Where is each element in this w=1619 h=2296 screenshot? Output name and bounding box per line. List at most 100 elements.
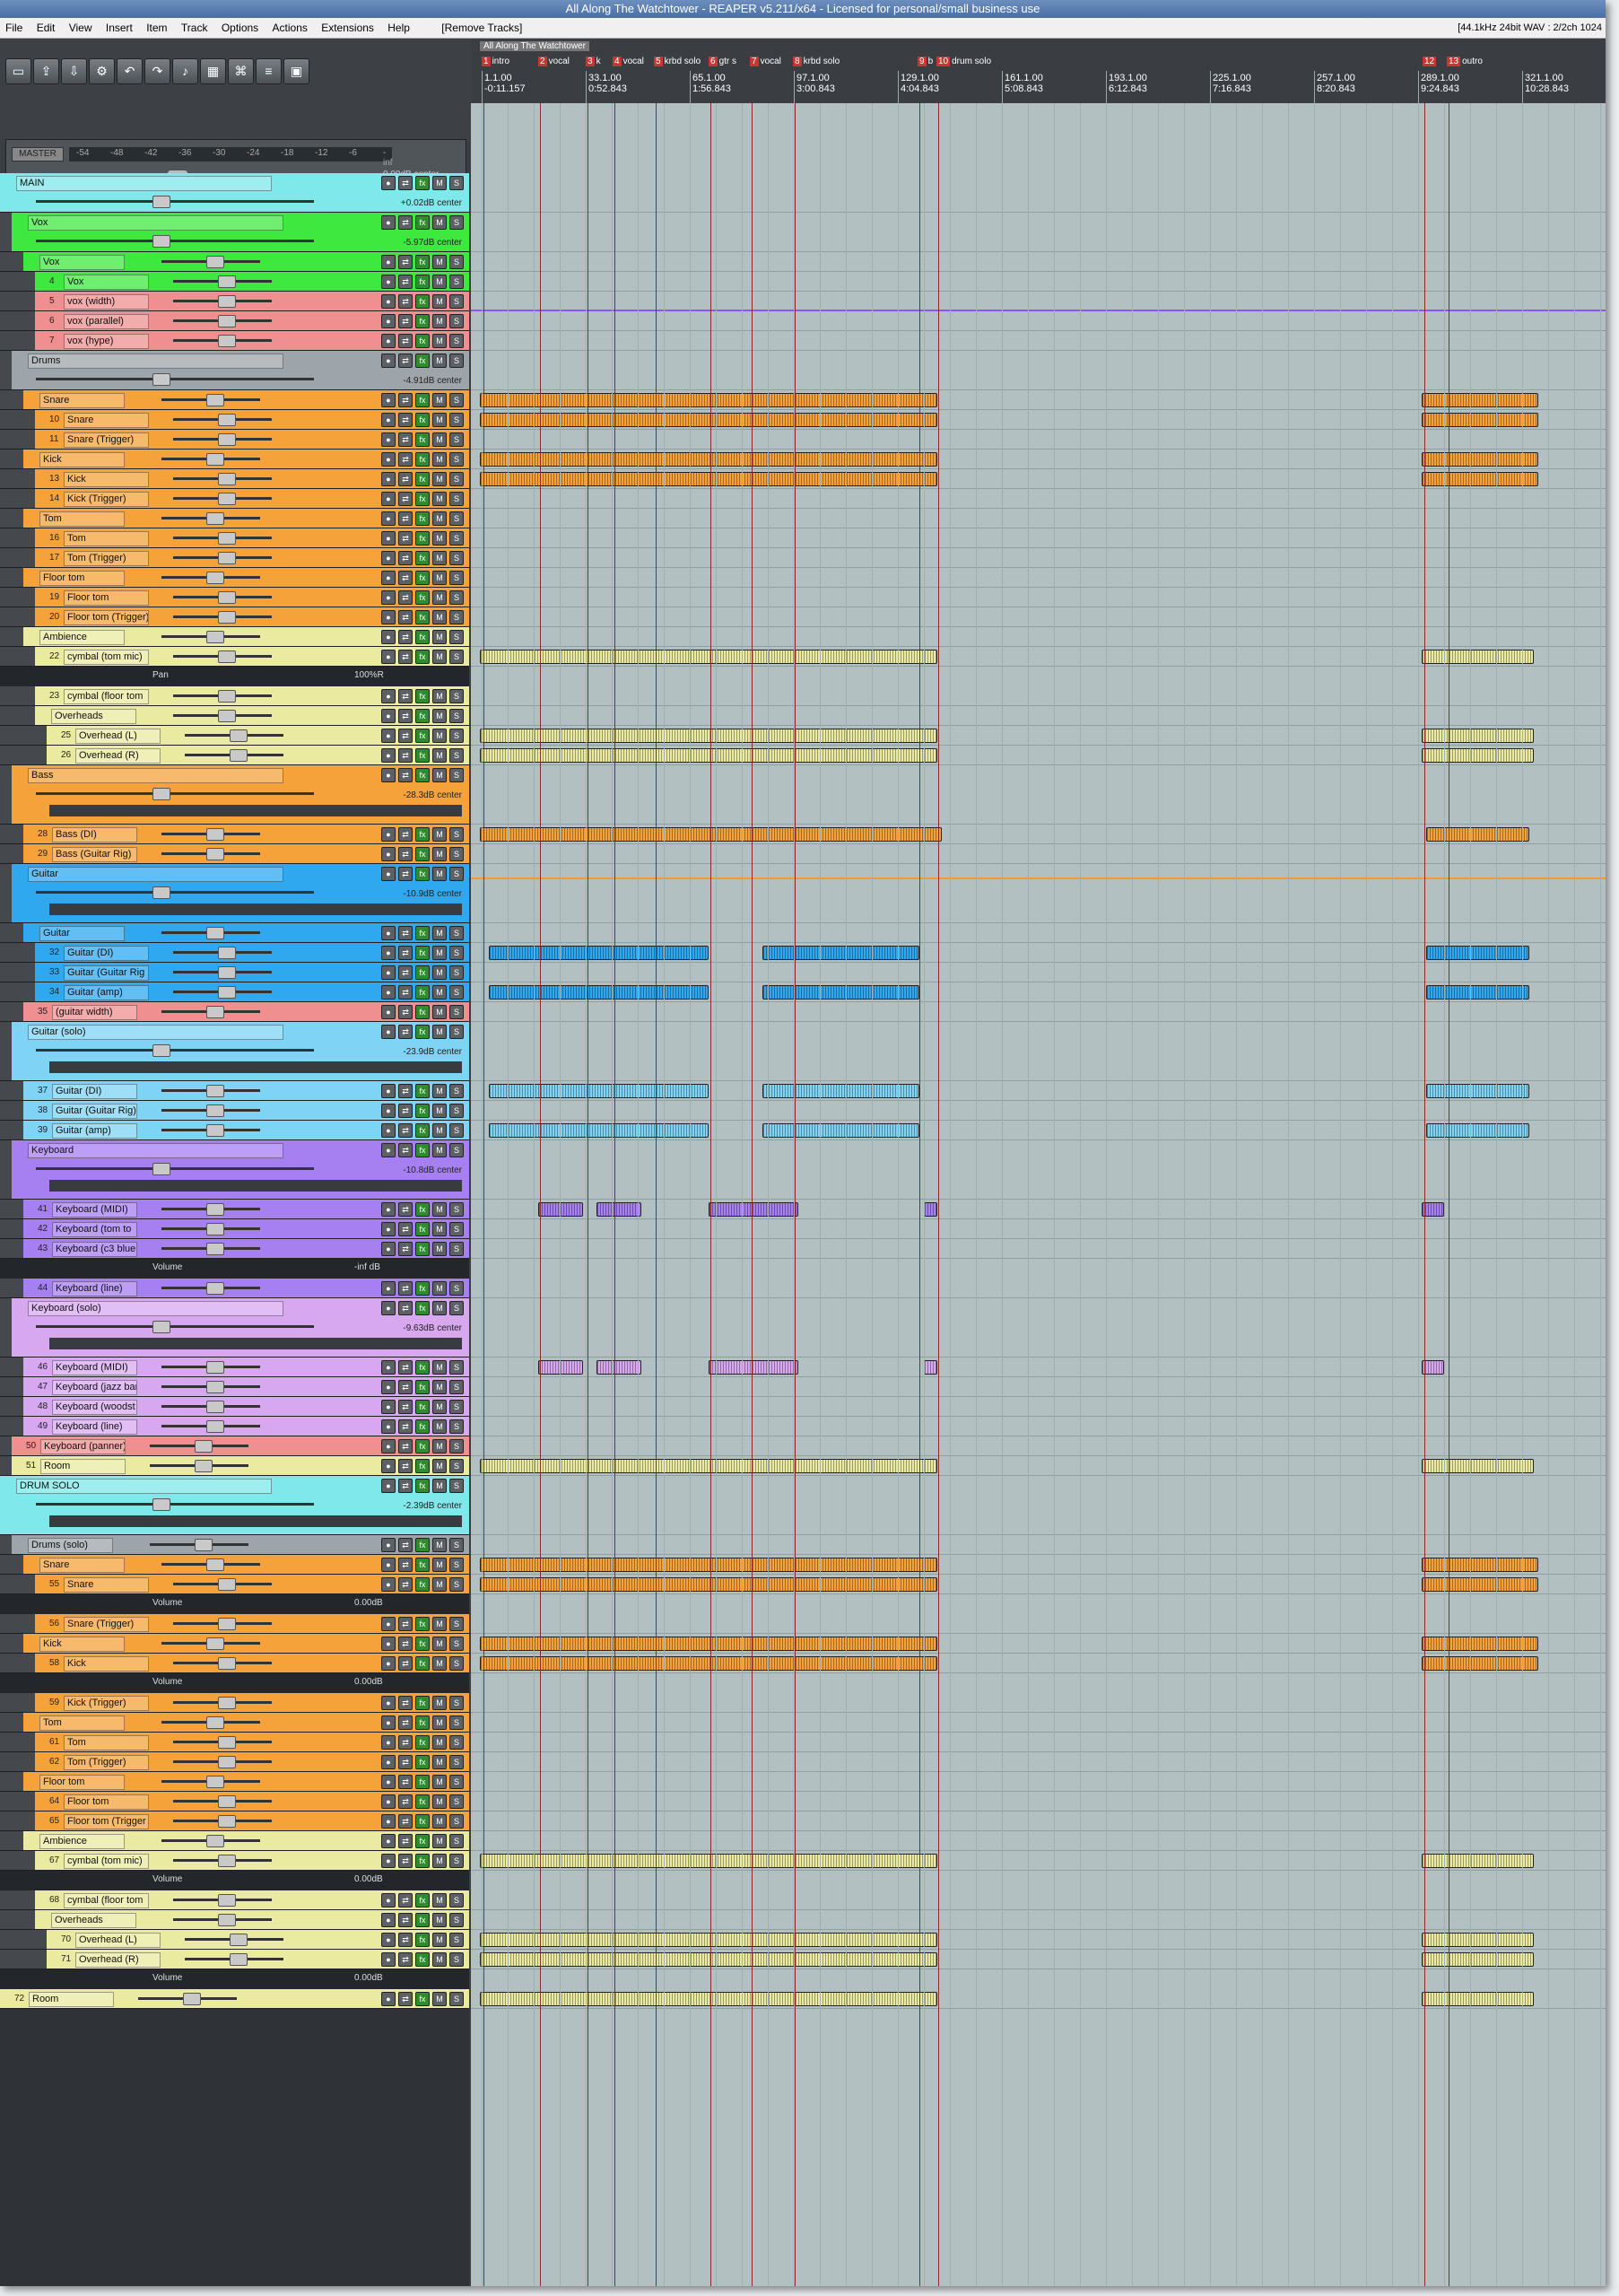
fx-icon[interactable]: fx <box>415 1577 430 1592</box>
volume-knob[interactable] <box>218 1657 236 1670</box>
track-folder[interactable]: DRUM SOLO -2.39dB center ● ⇄ fx M S <box>0 1476 469 1535</box>
track-32[interactable]: 32 Guitar (DI) ● ⇄ fx M S <box>0 943 469 963</box>
fx-icon[interactable]: fx <box>415 354 430 368</box>
io-icon[interactable]: ⇄ <box>398 1479 413 1493</box>
save-icon[interactable]: ⇩ <box>61 58 87 84</box>
solo-icon[interactable]: S <box>449 1202 464 1217</box>
volume-knob[interactable] <box>206 1085 224 1097</box>
fx-icon[interactable]: fx <box>415 571 430 585</box>
io-icon[interactable]: ⇄ <box>398 1025 413 1039</box>
volume-knob[interactable] <box>218 966 236 979</box>
solo-icon[interactable]: S <box>449 748 464 763</box>
track-name[interactable]: vox (width) <box>64 294 149 310</box>
solo-icon[interactable]: S <box>449 729 464 743</box>
record-arm-icon[interactable]: ● <box>381 1479 396 1493</box>
track-name[interactable]: cymbal (floor tom <box>64 1893 149 1908</box>
io-icon[interactable]: ⇄ <box>398 1814 413 1829</box>
track-name[interactable]: Kick (Trigger) <box>64 1696 149 1711</box>
track-lane[interactable] <box>471 1417 1606 1436</box>
track-lane[interactable] <box>471 1950 1606 1969</box>
fx-icon[interactable]: fx <box>415 1696 430 1710</box>
record-arm-icon[interactable]: ● <box>381 354 396 368</box>
mute-icon[interactable]: M <box>432 334 447 348</box>
fx-icon[interactable]: fx <box>415 1913 430 1927</box>
solo-icon[interactable]: S <box>449 1084 464 1098</box>
io-icon[interactable]: ⇄ <box>398 1893 413 1908</box>
mute-icon[interactable]: M <box>432 630 447 644</box>
volume-fader[interactable] <box>36 1167 314 1170</box>
record-arm-icon[interactable]: ● <box>381 610 396 624</box>
io-icon[interactable]: ⇄ <box>398 965 413 980</box>
marker-2[interactable]: 2 vocal <box>538 57 570 66</box>
media-item[interactable] <box>1426 827 1529 842</box>
mute-icon[interactable]: M <box>432 1459 447 1473</box>
track-lane[interactable] <box>471 1575 1606 1594</box>
volume-knob[interactable] <box>218 947 236 959</box>
io-icon[interactable]: ⇄ <box>398 176 413 190</box>
media-item[interactable] <box>596 1202 641 1217</box>
mute-icon[interactable]: M <box>432 275 447 289</box>
io-icon[interactable]: ⇄ <box>398 1143 413 1157</box>
fx-icon[interactable]: fx <box>415 1301 430 1315</box>
volume-knob[interactable] <box>206 1203 224 1216</box>
solo-icon[interactable]: S <box>449 1656 464 1671</box>
volume-knob[interactable] <box>206 1401 224 1413</box>
record-arm-icon[interactable]: ● <box>381 1360 396 1375</box>
track-lane[interactable] <box>471 963 1606 982</box>
envelope-lane[interactable]: Volume 0.00dB <box>0 1594 469 1615</box>
record-arm-icon[interactable]: ● <box>381 571 396 585</box>
track-5[interactable]: 5 vox (width) ● ⇄ fx M S <box>0 292 469 311</box>
track-lane[interactable] <box>471 844 1606 864</box>
volume-fader[interactable] <box>36 200 314 203</box>
fx-icon[interactable]: fx <box>415 1775 430 1789</box>
track-lane[interactable] <box>471 1693 1606 1713</box>
io-icon[interactable]: ⇄ <box>398 255 413 269</box>
media-item[interactable] <box>480 452 937 467</box>
track-11[interactable]: 11 Snare (Trigger) ● ⇄ fx M S <box>0 430 469 450</box>
io-icon[interactable]: ⇄ <box>398 1360 413 1375</box>
fx-icon[interactable]: fx <box>415 946 430 960</box>
io-icon[interactable]: ⇄ <box>398 1301 413 1315</box>
record-arm-icon[interactable]: ● <box>381 1893 396 1908</box>
volume-knob[interactable] <box>218 1914 236 1926</box>
track-19[interactable]: 19 Floor tom ● ⇄ fx M S <box>0 588 469 607</box>
volume-knob[interactable] <box>152 1321 170 1333</box>
track-lane[interactable] <box>471 528 1606 548</box>
mute-icon[interactable]: M <box>432 1479 447 1493</box>
io-icon[interactable]: ⇄ <box>398 768 413 782</box>
media-item[interactable] <box>1422 1933 1534 1947</box>
solo-icon[interactable]: S <box>449 1459 464 1473</box>
io-icon[interactable]: ⇄ <box>398 1242 413 1256</box>
track-44[interactable]: 44 Keyboard (line) ● ⇄ fx M S <box>0 1279 469 1298</box>
track-70[interactable]: 70 Overhead (L) ● ⇄ fx M S <box>0 1930 469 1950</box>
track-lane[interactable] <box>471 213 1606 252</box>
io-icon[interactable]: ⇄ <box>398 729 413 743</box>
media-item[interactable] <box>1426 985 1529 1000</box>
io-icon[interactable]: ⇄ <box>398 1084 413 1098</box>
record-arm-icon[interactable]: ● <box>381 1143 396 1157</box>
track-folder[interactable]: Vox -5.97dB center ● ⇄ fx M S <box>0 213 469 252</box>
track-name[interactable]: Tom <box>39 511 125 527</box>
open-icon[interactable]: ⇪ <box>33 58 59 84</box>
media-item[interactable] <box>1422 650 1534 664</box>
record-arm-icon[interactable]: ● <box>381 867 396 881</box>
fx-icon[interactable]: fx <box>415 413 430 427</box>
track-name[interactable]: Snare <box>39 1558 125 1573</box>
track-68[interactable]: 68 cymbal (floor tom ● ⇄ fx M S <box>0 1890 469 1910</box>
fx-icon[interactable]: fx <box>415 1123 430 1138</box>
track-lane[interactable] <box>471 588 1606 607</box>
track-name[interactable]: Snare (Trigger) <box>64 1617 149 1632</box>
track-lane[interactable] <box>471 1851 1606 1871</box>
solo-icon[interactable]: S <box>449 413 464 427</box>
track-name[interactable]: Room <box>40 1459 126 1474</box>
mute-icon[interactable]: M <box>432 511 447 526</box>
fx-icon[interactable]: fx <box>415 1834 430 1848</box>
record-arm-icon[interactable]: ● <box>381 1005 396 1019</box>
media-item[interactable] <box>480 1656 937 1671</box>
fx-icon[interactable]: fx <box>415 1755 430 1769</box>
track-name[interactable]: Guitar (DI) <box>64 946 149 961</box>
mute-icon[interactable]: M <box>432 1123 447 1138</box>
fx-icon[interactable]: fx <box>415 729 430 743</box>
record-arm-icon[interactable]: ● <box>381 847 396 861</box>
track-lane[interactable] <box>471 272 1606 292</box>
